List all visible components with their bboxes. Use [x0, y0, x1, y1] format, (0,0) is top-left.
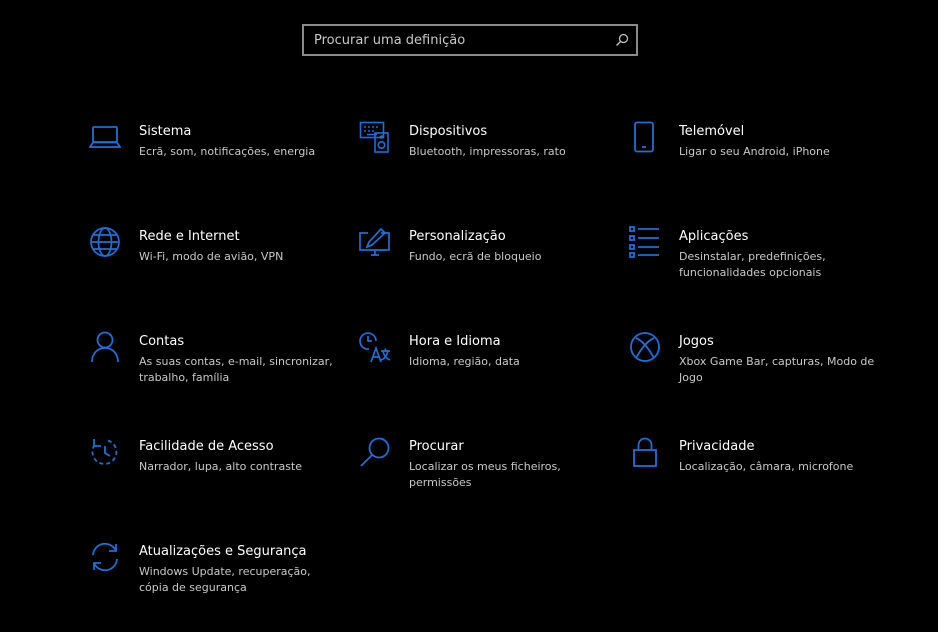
search-box[interactable]	[302, 24, 638, 56]
settings-tile-hora-idioma[interactable]: Hora e Idioma Idioma, região, data	[359, 331, 609, 411]
settings-tile-rede-internet[interactable]: Rede e Internet Wi-Fi, modo de avião, VP…	[89, 226, 339, 306]
settings-tile-facilidade-acesso[interactable]: Facilidade de Acesso Narrador, lupa, alt…	[89, 436, 339, 516]
settings-tile-sistema[interactable]: Sistema Ecrã, som, notificações, energia	[89, 121, 339, 201]
apps-list-icon	[629, 226, 661, 258]
ease-of-access-icon	[89, 436, 121, 468]
settings-tile-atualizacoes-seguranca[interactable]: Atualizações e Segurança Windows Update,…	[89, 541, 339, 621]
tile-description: Bluetooth, impressoras, rato	[409, 145, 566, 158]
tile-title: Personalização	[409, 229, 506, 244]
tile-title: Aplicações	[679, 229, 749, 244]
tile-title: Facilidade de Acesso	[139, 439, 274, 454]
sync-icon	[89, 541, 121, 573]
tile-title: Privacidade	[679, 439, 755, 454]
tile-title: Sistema	[139, 124, 192, 139]
tile-title: Dispositivos	[409, 124, 488, 139]
tile-description: Fundo, ecrã de bloqueio	[409, 250, 542, 263]
tile-description: Wi-Fi, modo de avião, VPN	[139, 250, 284, 263]
settings-tile-dispositivos[interactable]: Dispositivos Bluetooth, impressoras, rat…	[359, 121, 609, 201]
search-input[interactable]	[304, 26, 604, 54]
tile-description: Localização, câmara, microfone	[679, 460, 854, 473]
search-icon[interactable]	[614, 32, 630, 48]
search-icon	[359, 436, 391, 468]
tile-description: Windows Update, recuperação, cópia de se…	[139, 565, 311, 594]
settings-tile-personalizacao[interactable]: Personalização Fundo, ecrã de bloqueio	[359, 226, 609, 306]
tile-description: Desinstalar, predefinições, funcionalida…	[679, 250, 826, 279]
tile-description: As suas contas, e-mail, sincronizar, tra…	[139, 355, 333, 384]
globe-icon	[89, 226, 121, 258]
tile-description: Localizar os meus ficheiros, permissões	[409, 460, 561, 489]
settings-tile-procurar[interactable]: Procurar Localizar os meus ficheiros, pe…	[359, 436, 609, 516]
tile-description: Ecrã, som, notificações, energia	[139, 145, 316, 158]
settings-tile-telemovel[interactable]: Telemóvel Ligar o seu Android, iPhone	[629, 121, 879, 201]
lock-icon	[629, 436, 661, 468]
tile-title: Procurar	[409, 439, 464, 454]
settings-tile-aplicacoes[interactable]: Aplicações Desinstalar, predefinições, f…	[629, 226, 879, 306]
settings-tile-jogos[interactable]: Jogos Xbox Game Bar, capturas, Modo de J…	[629, 331, 879, 411]
tile-title: Hora e Idioma	[409, 334, 501, 349]
laptop-icon	[89, 121, 121, 153]
tile-description: Xbox Game Bar, capturas, Modo de Jogo	[679, 355, 875, 384]
tile-title: Rede e Internet	[139, 229, 240, 244]
tile-title: Contas	[139, 334, 185, 349]
paint-monitor-icon	[359, 226, 391, 258]
phone-icon	[629, 121, 661, 153]
settings-tile-contas[interactable]: Contas As suas contas, e-mail, sincroniz…	[89, 331, 339, 411]
tile-title: Atualizações e Segurança	[139, 544, 307, 559]
settings-tile-privacidade[interactable]: Privacidade Localização, câmara, microfo…	[629, 436, 879, 516]
tile-description: Ligar o seu Android, iPhone	[679, 145, 830, 158]
tile-title: Jogos	[679, 334, 714, 349]
person-icon	[89, 331, 121, 363]
tile-description: Narrador, lupa, alto contraste	[139, 460, 303, 473]
keyboard-speaker-icon	[359, 121, 391, 153]
time-language-icon	[359, 331, 391, 363]
tile-title: Telemóvel	[679, 124, 745, 139]
tile-description: Idioma, região, data	[409, 355, 520, 368]
xbox-icon	[629, 331, 661, 363]
